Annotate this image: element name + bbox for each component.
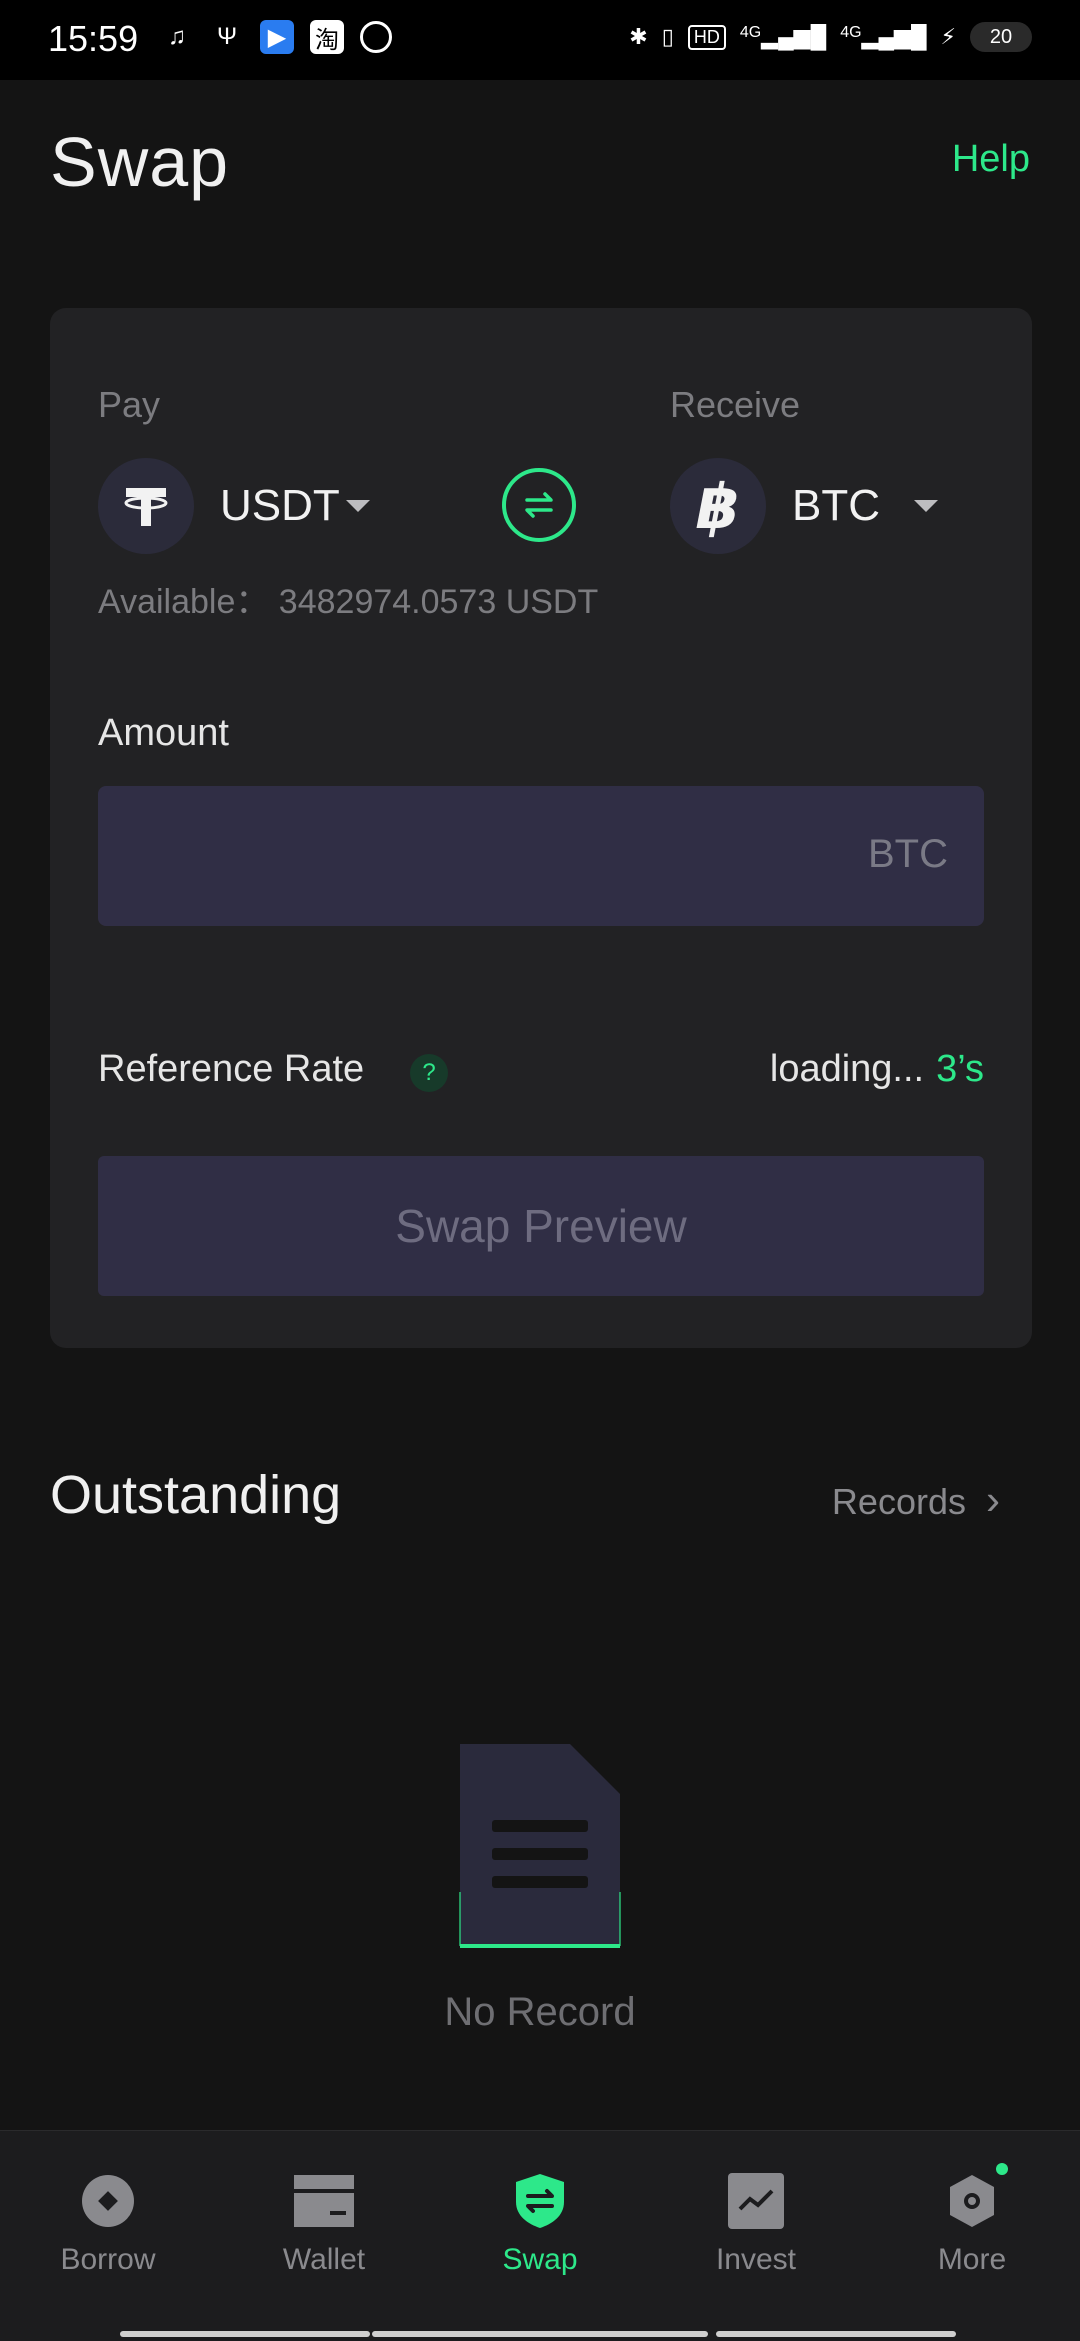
outstanding-title: Outstanding [50,1465,342,1525]
battery-indicator: 20 [970,22,1032,52]
empty-state-text: No Record [444,1990,636,2034]
rate-countdown: 3’s [936,1048,984,1090]
home-indicator [716,2331,956,2337]
status-bar: 15:59 ♫ Ψ ▶ 淘 ✱ ▯ HD 4G▂▄▆█ 4G▂▄▆█ ⚡ 20 [0,0,1080,80]
charging-icon: ⚡ [940,24,956,49]
hd-icon: HD [687,24,726,50]
swap-arrows-icon [525,492,553,518]
amount-label: Amount [98,712,229,754]
status-left-icons: ♫ Ψ ▶ 淘 [160,20,392,54]
chevron-down-icon [914,500,938,512]
bluetooth-icon: ✱ [629,24,648,49]
pay-label: Pay [98,384,161,425]
rate-loading-text: loading... [769,1048,925,1090]
network-label-2: 4G [840,24,862,41]
listen-icon: ♫ [168,23,186,50]
swap-direction-button[interactable] [502,468,576,542]
borrow-icon [78,2171,138,2231]
usdt-icon [98,458,194,554]
swap-preview-button[interactable]: Swap Preview [98,1156,984,1296]
signal-4g-2-icon: 4G▂▄▆█ [840,24,927,49]
pay-coin-selector[interactable]: USDT [98,458,370,554]
nav-wallet[interactable]: Wallet [216,2131,432,2301]
usb-icon: Ψ [216,23,238,50]
receive-label: Receive [670,384,801,425]
vibrate-icon: ▯ [661,24,674,49]
nav-borrow[interactable]: Borrow [0,2131,216,2301]
receive-coin-selector[interactable]: ฿ BTC [670,458,938,554]
app-icon: ▶ [260,20,294,54]
status-right-icons: ✱ ▯ HD 4G▂▄▆█ 4G▂▄▆█ ⚡ 20 [629,22,1032,52]
nav-more-label: More [937,2243,1007,2276]
reference-rate-row: Reference Rate ? loading... 3’s [98,1048,984,1098]
swap-card: Pay Receive USDT ฿ BTC Available： 348297… [50,308,1032,1348]
swap-icon [510,2171,570,2231]
wallet-icon [294,2171,354,2231]
help-link[interactable]: Help [952,138,1030,181]
home-indicator [120,2331,370,2337]
btc-icon: ฿ [670,458,766,554]
records-link[interactable]: Records › [832,1476,1000,1524]
empty-document-icon [459,1744,621,1948]
signal-4g-1-icon: 4G▂▄▆█ [739,24,827,49]
status-time: 15:59 [48,18,139,59]
quark-icon [360,21,392,53]
nav-invest-label: Invest [715,2243,797,2276]
nav-more[interactable]: More [864,2131,1080,2301]
home-indicator [372,2331,708,2337]
gear-icon [942,2163,1008,2231]
nav-wallet-label: Wallet [282,2243,366,2276]
help-icon[interactable]: ? [410,1054,448,1092]
rate-status: loading... 3’s [770,1048,984,1091]
records-label: Records [831,1481,966,1522]
page-title: Swap [50,123,230,201]
notification-dot [996,2163,1008,2175]
chevron-right-icon: › [986,1476,1000,1523]
reference-rate-label: Reference Rate [98,1048,365,1090]
available-balance: Available： 3482974.0573 USDT [98,583,599,621]
taobao-icon: 淘 [310,20,344,54]
pay-coin-name: USDT [220,481,340,530]
amount-input[interactable]: BTC [98,786,984,926]
invest-icon [726,2171,786,2231]
bottom-navigation: Borrow Wallet Swap Invest More [0,2130,1080,2341]
nav-swap[interactable]: Swap [432,2131,648,2301]
network-label-1: 4G [739,24,762,41]
amount-unit: BTC [868,832,948,876]
chevron-down-icon [345,500,370,512]
nav-invest[interactable]: Invest [648,2131,864,2301]
nav-swap-label: Swap [502,2243,578,2276]
nav-borrow-label: Borrow [60,2243,156,2276]
receive-coin-name: BTC [792,481,880,530]
